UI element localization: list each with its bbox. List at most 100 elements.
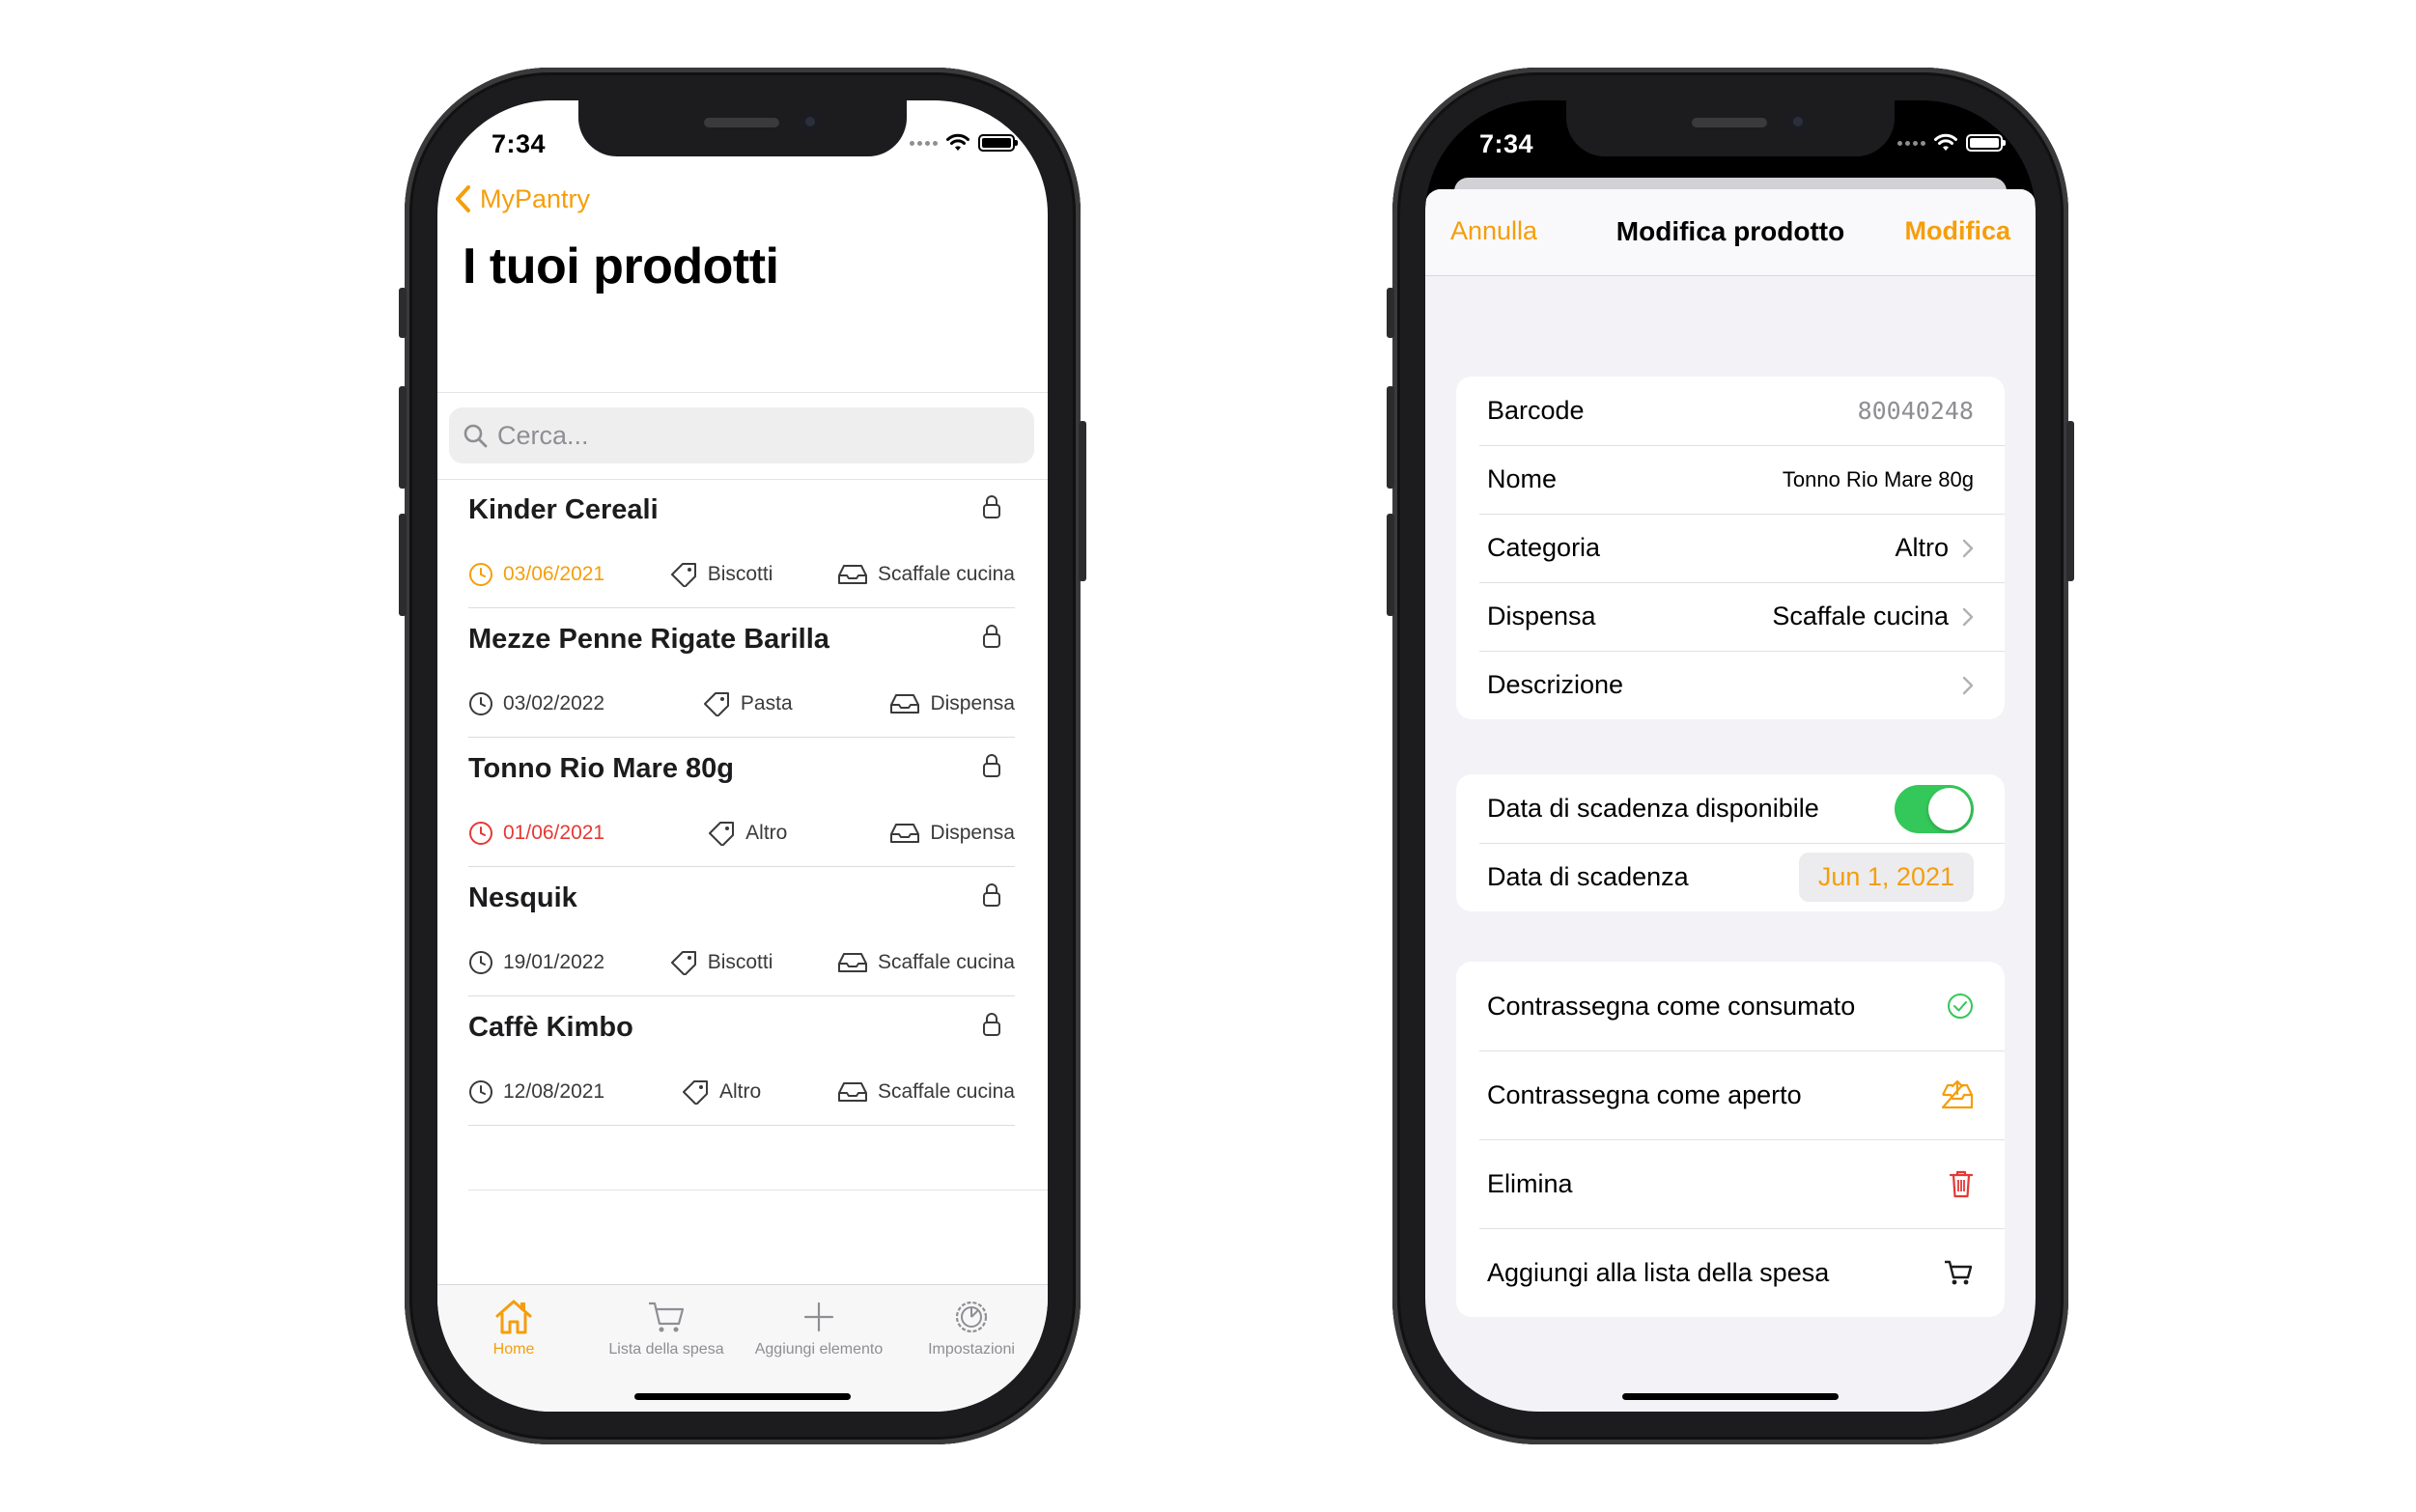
tray-arrow-up-icon (1941, 1079, 1974, 1109)
tab-add-item-label: Aggiungi elemento (754, 1341, 884, 1358)
mark-consumed-button[interactable]: Contrassegna come consumato (1456, 962, 2005, 1050)
mute-switch (1387, 288, 1394, 338)
tab-bar: Home Lista della spesa Aggiungi elemento… (437, 1284, 1048, 1412)
product-name: Tonno Rio Mare 80g (468, 753, 734, 784)
tag-icon (670, 563, 696, 587)
delete-button[interactable]: Elimina (1456, 1139, 2005, 1228)
expiry-date: 19/01/2022 (468, 950, 604, 975)
lock-icon[interactable] (982, 624, 1001, 649)
location-text: Scaffale cucina (877, 1080, 1015, 1103)
status-bar: 7:34 (437, 126, 1048, 164)
status-time: 7:34 (492, 129, 547, 158)
clock-icon (469, 951, 492, 974)
tab-home[interactable]: Home (437, 1299, 590, 1358)
location-text: Scaffale cucina (877, 951, 1015, 973)
power-button (2066, 421, 2074, 581)
pantry-value: Scaffale cucina (1772, 602, 1949, 630)
category: Pasta (702, 691, 793, 716)
tag-icon (709, 822, 735, 846)
phone-right: 7:34 Annulla Modifica prodotto Modifica (1387, 68, 2074, 1444)
location: Scaffale cucina (837, 563, 1015, 586)
name-field[interactable]: Tonno Rio Mare 80g (1783, 467, 1974, 492)
home-indicator (1622, 1393, 1839, 1400)
home-icon (495, 1300, 532, 1334)
volume-down-button (399, 514, 407, 616)
sheet-header: Annulla Modifica prodotto Modifica (1425, 189, 2036, 276)
expiry-date-text: 12/08/2021 (503, 1080, 605, 1103)
battery-icon (1966, 134, 2006, 152)
pantry-label: Dispensa (1487, 602, 1596, 630)
category: Biscotti (669, 950, 773, 975)
lock-icon[interactable] (982, 753, 1001, 778)
expiry-available-label: Data di scadenza disponibile (1487, 794, 1819, 823)
search-placeholder: Cerca... (497, 420, 589, 450)
tab-shopping-list[interactable]: Lista della spesa (590, 1299, 743, 1358)
tag-icon (703, 692, 729, 716)
volume-up-button (399, 386, 407, 489)
tab-add-item[interactable]: Aggiungi elemento (743, 1299, 895, 1358)
status-time: 7:34 (1479, 129, 1534, 158)
chevron-right-icon (1962, 676, 1974, 694)
cart-icon (649, 1302, 685, 1332)
expiry-date-text: 03/06/2021 (503, 563, 605, 585)
product-row[interactable]: Mezze Penne Rigate Barilla 03/02/2022 Pa… (468, 608, 1015, 738)
expiry-toggle[interactable] (1895, 784, 1974, 833)
category-text: Altro (745, 822, 788, 844)
tab-home-label: Home (492, 1341, 535, 1358)
expiry-group: Data di scadenza disponibile Data di sca… (1456, 774, 2005, 911)
product-row[interactable]: Nesquik 19/01/2022 Biscotti Scaffale cuc… (468, 867, 1015, 996)
expiry-date-label: Data di scadenza (1487, 862, 1689, 891)
tray-icon (837, 1082, 867, 1102)
checkmark-circle-icon (1948, 994, 1973, 1019)
actions-group: Contrassegna come consumato Contrassegna… (1456, 962, 2005, 1317)
name-label: Nome (1487, 464, 1558, 493)
mark-opened-button[interactable]: Contrassegna come aperto (1456, 1050, 2005, 1139)
page-title: I tuoi prodotti (463, 238, 779, 294)
chevron-right-icon (1962, 607, 1974, 626)
category-row[interactable]: Categoria Altro (1456, 514, 2005, 582)
mark-consumed-label: Contrassegna come consumato (1487, 991, 1856, 1021)
plus-icon (803, 1302, 834, 1332)
clock-icon (469, 1080, 492, 1104)
expiry-date-row: Data di scadenza Jun 1, 2021 (1456, 843, 2005, 911)
save-button[interactable]: Modifica (1904, 216, 2010, 246)
tab-settings[interactable]: Impostazioni (895, 1299, 1048, 1358)
right-screen: 7:34 Annulla Modifica prodotto Modifica (1425, 100, 2036, 1412)
product-name: Nesquik (468, 882, 577, 913)
category-label: Categoria (1487, 533, 1601, 562)
pantry-row[interactable]: Dispensa Scaffale cucina (1456, 582, 2005, 651)
description-row[interactable]: Descrizione (1456, 651, 2005, 719)
details-group: Barcode 80040248 Nome Tonno Rio Mare 80g… (1456, 377, 2005, 719)
mute-switch (399, 288, 407, 338)
lock-icon[interactable] (982, 882, 1001, 908)
tab-shopping-list-label: Lista della spesa (608, 1341, 724, 1358)
volume-up-button (1387, 386, 1394, 489)
add-to-shopping-list-button[interactable]: Aggiungi alla lista della spesa (1456, 1228, 2005, 1317)
barcode-value: 80040248 (1857, 397, 1974, 425)
category-text: Biscotti (707, 951, 773, 973)
search-icon (464, 424, 488, 448)
signal-icon (910, 140, 938, 146)
location: Scaffale cucina (837, 1080, 1015, 1104)
product-row[interactable]: Tonno Rio Mare 80g 01/06/2021 Altro Disp… (468, 738, 1015, 867)
category-text: Altro (718, 1080, 762, 1103)
lock-icon[interactable] (982, 494, 1001, 519)
date-picker[interactable]: Jun 1, 2021 (1798, 853, 1974, 902)
back-button[interactable]: MyPantry (451, 183, 590, 214)
location: Scaffale cucina (837, 951, 1015, 974)
add-to-shopping-list-label: Aggiungi alla lista della spesa (1487, 1257, 1830, 1287)
expiry-date: 03/02/2022 (468, 691, 604, 716)
product-name: Kinder Cereali (468, 494, 659, 525)
expiry-date-text: 03/02/2022 (503, 692, 605, 714)
signal-icon (1897, 140, 1925, 146)
product-row[interactable]: Kinder Cereali 03/06/2021 Biscotti Scaff… (468, 479, 1015, 608)
category-text: Biscotti (707, 563, 773, 585)
tray-icon (890, 824, 920, 843)
product-list: Kinder Cereali 03/06/2021 Biscotti Scaff… (468, 479, 1015, 1126)
product-row[interactable]: Caffè Kimbo 12/08/2021 Altro Scaffale cu… (468, 996, 1015, 1126)
lock-icon[interactable] (982, 1012, 1001, 1037)
search-input[interactable]: Cerca... (449, 407, 1034, 463)
name-row[interactable]: Nome Tonno Rio Mare 80g (1456, 445, 2005, 514)
wifi-icon (1934, 133, 1957, 151)
category: Altro (681, 1079, 761, 1105)
